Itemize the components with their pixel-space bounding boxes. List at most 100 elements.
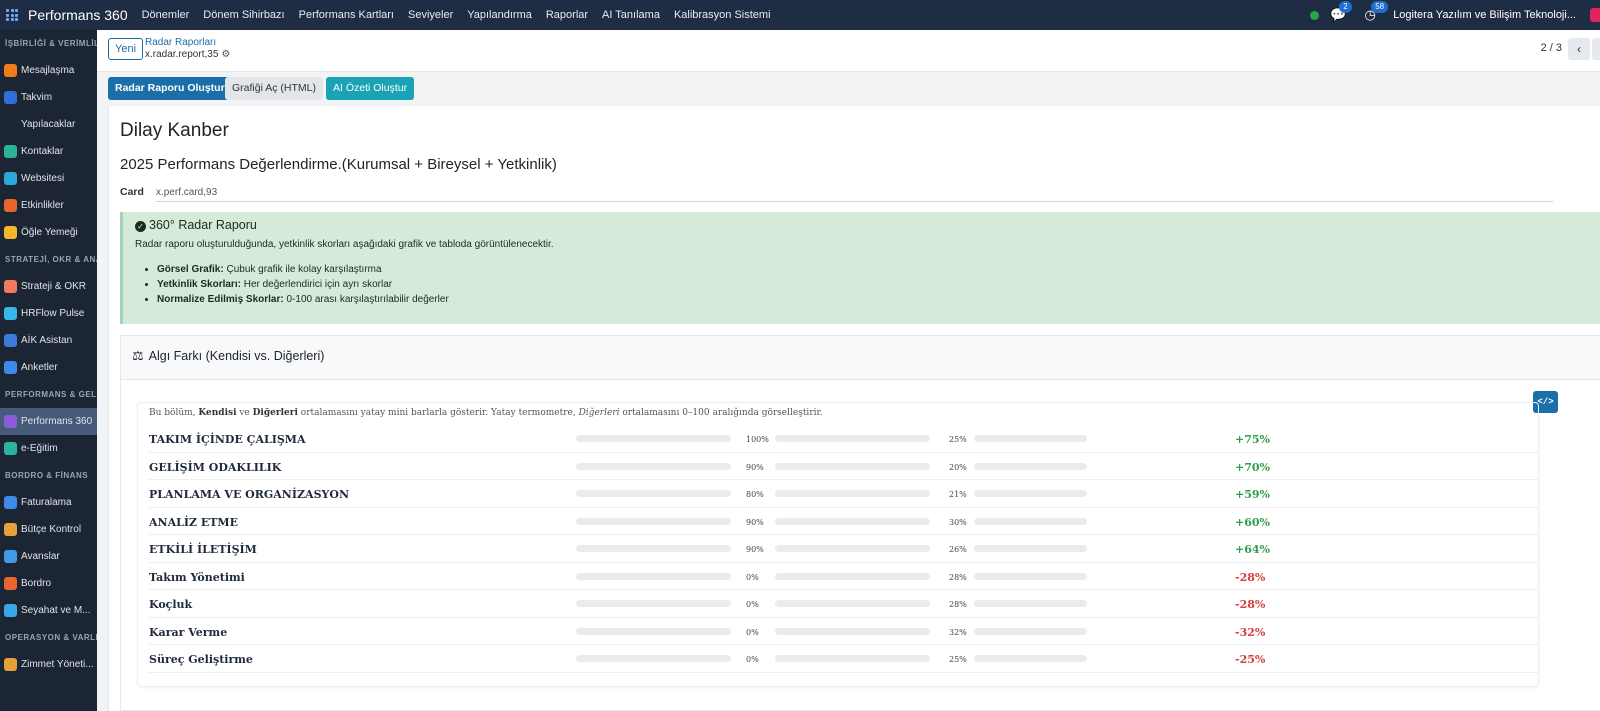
self-score-track: [576, 600, 731, 607]
sidebar-item[interactable]: Bordro: [0, 570, 97, 597]
perception-gap-header: ⚖ Algı Farkı (Kendisi vs. Diğerleri): [121, 336, 1600, 380]
others-score-value: 30%: [949, 517, 967, 527]
sidebar-item[interactable]: Anketler: [0, 354, 97, 381]
table-row: ANALİZ ETME 90% 30% +60%: [149, 508, 1539, 535]
app-icon: [4, 280, 17, 293]
others-thermometer-track: [974, 655, 1087, 662]
others-score-value: 25%: [949, 435, 967, 444]
sidebar-item[interactable]: Bütçe Kontrol: [0, 516, 97, 543]
self-score-track: [576, 435, 731, 442]
table-row: PLANLAMA VE ORGANİZASYON 80% 21% +59%: [149, 480, 1539, 508]
others-thermometer-track: [974, 490, 1087, 497]
others-score-track: [775, 462, 930, 470]
open-chart-html-button[interactable]: Grafiği Aç (HTML): [225, 77, 324, 100]
perception-gap-panel: Bu bölüm, Kendisi ve Diğerleri ortalamas…: [137, 402, 1539, 687]
sidebar-item-label: Mesajlaşma: [21, 65, 75, 76]
intro-text: ortalamasını 0–100 aralığında görselleşt…: [619, 408, 823, 418]
sidebar-item-label: Etkinlikler: [21, 200, 64, 211]
pager-prev-button[interactable]: ‹: [1568, 38, 1590, 60]
competency-label: ANALİZ ETME: [149, 515, 238, 529]
breadcrumb-parent[interactable]: Radar Raporları: [145, 37, 216, 48]
sidebar-item[interactable]: e-Eğitim: [0, 435, 97, 462]
sidebar-item[interactable]: Seyahat ve M...: [0, 597, 97, 624]
chat-icon[interactable]: 💬 2: [1329, 1, 1352, 22]
perception-gap-title: Algı Farkı (Kendisi vs. Diğerleri): [148, 349, 325, 363]
new-button[interactable]: Yeni: [108, 38, 144, 60]
sidebar-item-label: Seyahat ve M...: [21, 605, 91, 616]
scale-icon: ⚖: [132, 348, 144, 363]
apps-grid-icon[interactable]: [6, 9, 18, 21]
others-thermometer-track: [974, 435, 1087, 442]
competency-label: Takım Yönetimi: [149, 570, 245, 584]
others-score-track: [775, 435, 930, 442]
others-score-track: [775, 600, 930, 607]
sidebar-item[interactable]: Etkinlikler: [0, 192, 97, 219]
menu-item-seviyeler[interactable]: Seviyeler: [408, 9, 453, 21]
sidebar-item-label: Bütçe Kontrol: [21, 524, 82, 535]
alert-feature-list: Görsel Grafik: Çubuk grafik ile kolay ka…: [157, 264, 449, 309]
user-avatar[interactable]: [1590, 8, 1600, 22]
menu-item-donemler[interactable]: Dönemler: [142, 9, 190, 21]
menu-item-donem-sihirbazi[interactable]: Dönem Sihirbazı: [203, 9, 284, 21]
intro-bold-self: Kendisi: [198, 408, 237, 418]
app-brand[interactable]: Performans 360: [28, 7, 128, 23]
perception-gap-value: +60%: [1235, 515, 1270, 529]
menu-item-raporlar[interactable]: Raporlar: [546, 9, 588, 21]
create-radar-report-button[interactable]: Radar Raporu Oluştur: [108, 77, 232, 100]
sidebar-section-title: STRATEJİ, OKR & ANALİZ: [5, 255, 97, 264]
card-field-value[interactable]: x.perf.card,93: [156, 187, 1553, 202]
sidebar-item[interactable]: Performans 360: [0, 408, 97, 435]
sidebar-item-label: Faturalama: [21, 497, 72, 508]
menu-item-kalibrasyon[interactable]: Kalibrasyon Sistemi: [674, 9, 771, 21]
perception-gap-value: -25%: [1235, 653, 1266, 666]
app-icon: [4, 91, 17, 104]
app-icon: [4, 307, 17, 320]
menu-item-yapilandirma[interactable]: Yapılandırma: [467, 9, 532, 21]
sidebar-item[interactable]: HRFlow Pulse: [0, 300, 97, 327]
activities-badge: 58: [1371, 1, 1389, 13]
sidebar-item[interactable]: Öğle Yemeği: [0, 219, 97, 246]
intro-text: ve: [236, 408, 253, 418]
sidebar-item[interactable]: Takvim: [0, 84, 97, 111]
alert-title-text: 360° Radar Raporu: [149, 218, 257, 232]
intro-text: Bu bölüm,: [149, 408, 199, 418]
app-icon: [4, 172, 17, 185]
sidebar-item[interactable]: Avanslar: [0, 543, 97, 570]
sidebar-item[interactable]: AİK Asistan: [0, 327, 97, 354]
list-item-bold: Normalize Edilmiş Skorlar:: [157, 294, 284, 305]
perception-gap-value: +70%: [1235, 460, 1270, 474]
app-icon: [4, 64, 17, 77]
self-score-value: 90%: [746, 517, 764, 527]
sidebar-item[interactable]: Kontaklar: [0, 138, 97, 165]
sidebar-item-label: AİK Asistan: [21, 335, 73, 346]
menu-item-ai-tanilama[interactable]: AI Tanılama: [602, 9, 660, 21]
intro-bold-others: Diğerleri: [252, 408, 298, 418]
app-icon: [4, 361, 17, 374]
table-row: ETKİLİ İLETİŞİM 90% 26% +64%: [149, 535, 1539, 563]
self-score-value: 0%: [746, 627, 759, 637]
menu-item-performans-kartlari[interactable]: Performans Kartları: [299, 9, 394, 21]
others-thermometer-track: [974, 627, 1087, 635]
company-switcher[interactable]: Logitera Yazılım ve Bilişim Teknoloji...: [1393, 9, 1576, 21]
others-score-value: 26%: [949, 545, 967, 554]
app-icon: [4, 145, 17, 158]
sidebar-item-label: Kontaklar: [21, 146, 64, 157]
perception-gap-card: ⚖ Algı Farkı (Kendisi vs. Diğerleri) </> …: [120, 335, 1600, 711]
sidebar-item[interactable]: Faturalama: [0, 489, 97, 516]
sidebar-item-label: Avanslar: [21, 551, 60, 562]
sidebar-item[interactable]: Websitesi: [0, 165, 97, 192]
sidebar-item[interactable]: Mesajlaşma: [0, 57, 97, 84]
gear-icon[interactable]: ⚙: [221, 49, 230, 60]
table-row: Koçluk 0% 28% -28%: [149, 590, 1539, 618]
pager-value[interactable]: 2 / 3: [1541, 42, 1562, 54]
pager-next-button[interactable]: ›: [1592, 38, 1600, 60]
competency-label: ETKİLİ İLETİŞİM: [149, 543, 257, 556]
sidebar-item[interactable]: Yapılacaklar: [0, 111, 97, 138]
sidebar-item[interactable]: Strateji & OKR: [0, 273, 97, 300]
create-ai-summary-button[interactable]: AI Özeti Oluştur: [326, 77, 415, 100]
sidebar-item-label: Strateji & OKR: [21, 281, 87, 292]
sidebar-item[interactable]: Zimmet Yöneti...: [0, 651, 97, 678]
form-sheet: Dilay Kanber 2025 Performans Değerlendir…: [108, 106, 1600, 711]
activity-clock-icon[interactable]: ◷ 58: [1361, 1, 1389, 22]
online-status-dot: [1310, 10, 1320, 20]
